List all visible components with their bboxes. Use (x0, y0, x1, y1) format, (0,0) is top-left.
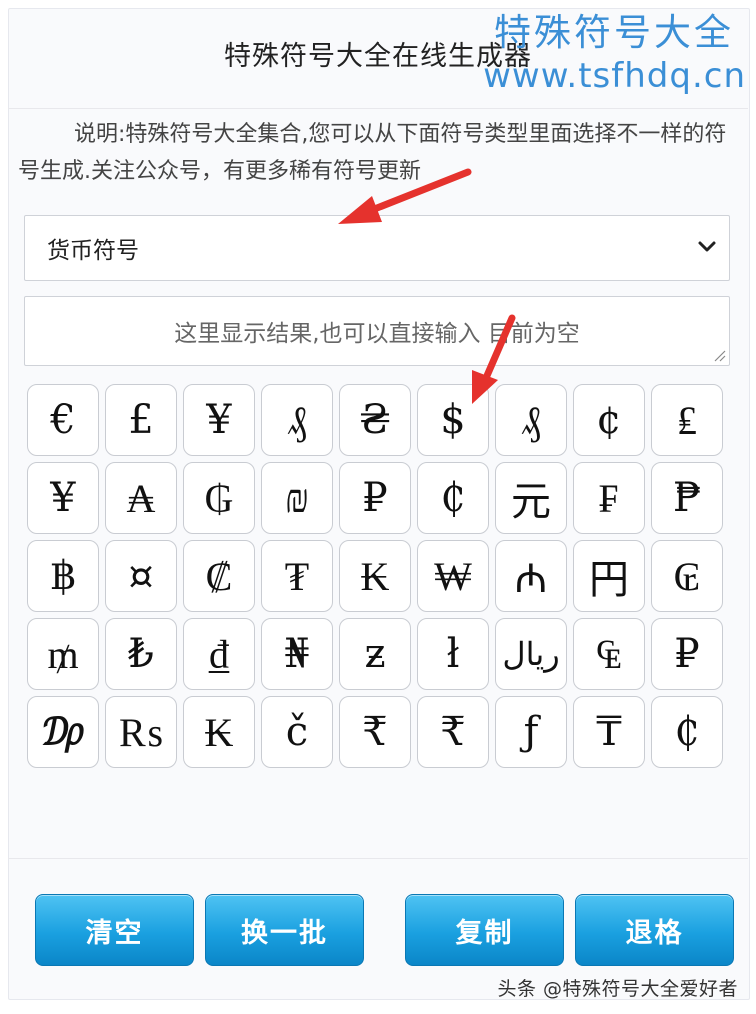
symbol-cell[interactable]: ₥ (27, 618, 99, 690)
result-placeholder: 这里显示结果,也可以直接输入 目前为空 (174, 321, 580, 347)
symbol-cell[interactable]: ₵ (651, 696, 723, 768)
symbol-cell[interactable]: ₺ (105, 618, 177, 690)
backspace-button[interactable]: 退格 (575, 894, 734, 966)
header-divider (8, 108, 748, 109)
symbol-cell[interactable]: ₭ (183, 696, 255, 768)
symbol-cell[interactable]: £ (105, 384, 177, 456)
symbol-cell[interactable]: ₮ (261, 540, 333, 612)
symbol-cell[interactable]: ₢ (651, 540, 723, 612)
watermark-brand: 特殊符号大全 (494, 11, 734, 54)
symbol-cell[interactable]: ₭ (339, 540, 411, 612)
symbol-cell[interactable]: ₰ (261, 384, 333, 456)
footer-credit: 头条 @特殊符号大全爱好者 (497, 978, 738, 1000)
watermark-url: www.tsfhdq.cn (483, 56, 746, 96)
symbol-cell[interactable]: ₳ (105, 462, 177, 534)
symbol-cell[interactable]: ₽ (651, 618, 723, 690)
symbol-cell[interactable]: ₨ (105, 696, 177, 768)
symbol-cell[interactable]: ₫ (183, 618, 255, 690)
symbol-cell[interactable]: ¤ (105, 540, 177, 612)
symbol-cell[interactable]: 元 (495, 462, 567, 534)
category-select[interactable]: 货币符号 (24, 215, 730, 281)
symbol-cell[interactable]: ₣ (573, 462, 645, 534)
symbol-cell[interactable]: ł (417, 618, 489, 690)
symbol-cell[interactable]: ₠ (573, 618, 645, 690)
symbol-cell[interactable]: ₰ (495, 384, 567, 456)
symbol-cell[interactable]: ₸ (573, 696, 645, 768)
symbol-cell[interactable]: ₱ (651, 462, 723, 534)
resize-grip-icon[interactable] (712, 348, 726, 362)
symbol-cell[interactable]: ₴ (339, 384, 411, 456)
clear-button[interactable]: 清空 (35, 894, 194, 966)
symbol-cell[interactable]: ₪ (261, 462, 333, 534)
symbol-cell[interactable]: € (27, 384, 99, 456)
footer-divider (8, 858, 748, 859)
symbol-cell[interactable]: ریال (495, 618, 567, 690)
refresh-button[interactable]: 换一批 (205, 894, 364, 966)
symbol-cell[interactable]: ₵ (417, 462, 489, 534)
symbol-cell[interactable]: č (261, 696, 333, 768)
result-textarea[interactable]: 这里显示结果,也可以直接输入 目前为空 (24, 296, 730, 366)
symbol-cell[interactable]: ƶ (339, 618, 411, 690)
symbol-cell[interactable]: ₦ (261, 618, 333, 690)
category-select-value: 货币符号 (47, 238, 139, 264)
symbol-cell[interactable]: $ (417, 384, 489, 456)
description-text: 说明:特殊符号大全集合,您可以从下面符号类型里面选择不一样的符号生成.关注公众号… (18, 122, 727, 184)
copy-button[interactable]: 复制 (405, 894, 564, 966)
symbol-cell[interactable]: ₽ (339, 462, 411, 534)
symbol-cell[interactable]: ƒ (495, 696, 567, 768)
symbol-cell[interactable]: ₡ (183, 540, 255, 612)
symbol-grid: € £ ¥ ₰ ₴ $ ₰ ¢ ₤ ¥ ₳ ₲ ₪ ₽ ₵ 元 ₣ ₱ ฿ ¤ ₡ ₮ ₭ ₩ ₼ 円 ₢ ₥ ₺ ₫ ₦ ƶ ł ریال ₠ ₽ ₯… (27, 384, 727, 768)
symbol-cell[interactable]: ₹ (417, 696, 489, 768)
symbol-cell[interactable]: ¥ (183, 384, 255, 456)
symbol-cell[interactable]: 円 (573, 540, 645, 612)
symbol-cell[interactable]: ₤ (651, 384, 723, 456)
symbol-cell[interactable]: ฿ (27, 540, 99, 612)
symbol-cell[interactable]: ₩ (417, 540, 489, 612)
symbol-cell[interactable]: ¢ (573, 384, 645, 456)
symbol-cell[interactable]: ₼ (495, 540, 567, 612)
symbol-cell[interactable]: ₲ (183, 462, 255, 534)
symbol-cell[interactable]: ₹ (339, 696, 411, 768)
symbol-cell[interactable]: ¥ (27, 462, 99, 534)
chevron-down-icon (698, 241, 716, 252)
symbol-cell[interactable]: ₯ (27, 696, 99, 768)
